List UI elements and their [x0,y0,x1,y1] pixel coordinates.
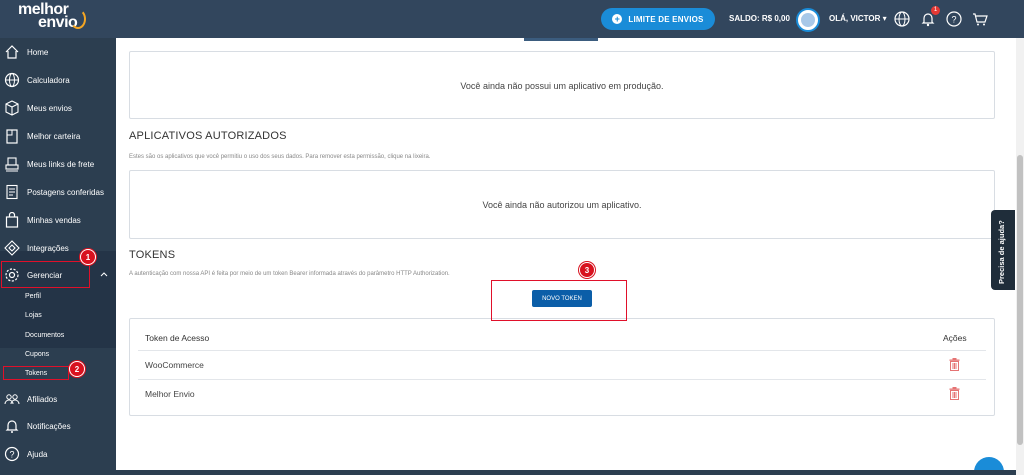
table-row-token-name: WooCommerce [145,360,204,370]
column-header-actions: Ações [943,333,967,343]
sidebar-item-meus-envios[interactable]: Meus envios [0,94,116,122]
help-side-tab[interactable]: Precisa de ajuda? [991,210,1015,290]
sidebar-item-links-frete[interactable]: Meus links de frete [0,150,116,178]
logo-swoosh-icon [70,9,86,29]
scrollbar-thumb[interactable] [1017,155,1023,445]
tokens-table [129,318,995,416]
annotation-highlight-tokens [3,366,69,380]
melhor-envio-logo[interactable]: melhor envio [18,2,88,35]
home-icon [3,43,21,61]
notification-badge: 1 [931,6,940,15]
annotation-number: 2 [69,361,85,377]
wallet-icon [3,127,21,145]
authorized-apps-card: Você ainda não autorizou um aplicativo. [129,170,995,239]
help-icon[interactable]: ? [945,10,963,28]
svg-text:?: ? [951,15,956,25]
sidebar-item-melhor-carteira[interactable]: Melhor carteira [0,122,116,150]
bottom-bar [116,470,1016,475]
trash-icon[interactable] [949,358,960,371]
top-bar: melhor envio + LIMITE DE ENVIOS SALDO: R… [0,0,1024,38]
puzzle-icon [3,239,21,257]
submenu-item-cupons[interactable]: Cupons [25,351,49,358]
annotation-highlight-new-token [491,280,627,321]
annotation-highlight-gerenciar [1,261,90,288]
trash-icon[interactable] [949,387,960,400]
sidebar-item-ajuda[interactable]: ? Ajuda [0,440,116,468]
authorized-empty-text: Você ainda não autorizou um aplicativo. [482,200,642,210]
sidebar-item-afiliados[interactable]: Afiliados [0,385,116,413]
bell-icon [3,417,21,435]
balance-label: SALDO: R$ 0,00 [729,14,790,23]
bag-icon [3,211,21,229]
submenu-item-perfil[interactable]: Perfil [25,293,41,300]
help-icon: ? [3,445,21,463]
truck-icon [3,155,21,173]
chevron-up-icon [100,270,108,279]
plus-icon: + [612,14,623,24]
cart-icon[interactable] [971,10,989,28]
sidebar-item-integracoes[interactable]: Integrações [0,234,116,262]
annotation-number: 3 [579,262,595,278]
globe-icon[interactable] [893,10,911,28]
production-apps-card: Você ainda não possui um aplicativo em p… [129,51,995,119]
production-empty-text: Você ainda não possui um aplicativo em p… [460,81,664,91]
globe-icon [3,71,21,89]
tokens-title: TOKENS [129,249,176,261]
sidebar-item-notificacoes[interactable]: Notificações [0,412,116,440]
tab-indicator [524,38,598,41]
avatar[interactable] [796,8,820,32]
table-divider [138,350,986,351]
limit-button[interactable]: + LIMITE DE ENVIOS [601,8,715,30]
submenu-item-documentos[interactable]: Documentos [25,332,64,339]
user-menu[interactable]: OLÁ, VICTOR ▾ [829,14,887,23]
tokens-description: A autenticação com nossa API é feita por… [129,271,450,277]
authorized-apps-description: Estes são os aplicativos que você permit… [129,154,431,160]
chevron-down-icon: ▾ [882,14,887,23]
submenu-item-lojas[interactable]: Lojas [25,312,42,319]
sidebar-item-calculadora[interactable]: Calculadora [0,66,116,94]
table-divider [138,379,986,380]
annotation-number: 1 [80,249,96,265]
box-icon [3,99,21,117]
sidebar-item-minhas-vendas[interactable]: Minhas vendas [0,206,116,234]
sidebar-item-home[interactable]: Home [0,38,116,66]
svg-text:?: ? [9,450,14,460]
avatar-face-icon [801,13,815,27]
users-icon [3,390,21,408]
table-row-token-name: Melhor Envio [145,389,195,399]
authorized-apps-title: APLICATIVOS AUTORIZADOS [129,130,287,142]
sidebar-item-postagens-conferidas[interactable]: Postagens conferidas [0,178,116,206]
receipt-icon [3,183,21,201]
column-header-token: Token de Acesso [145,333,210,343]
